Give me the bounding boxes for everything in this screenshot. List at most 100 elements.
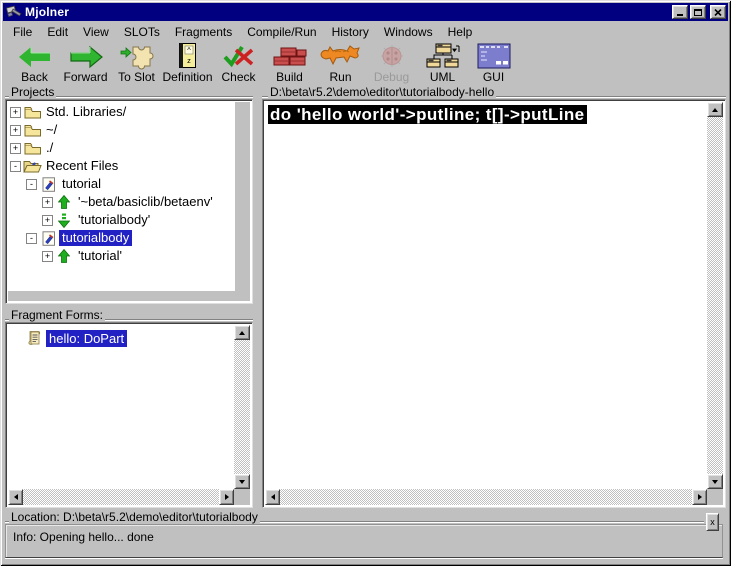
titlebar: Mjolner [3,3,728,21]
beta-file-icon [38,177,58,192]
tree-item-label[interactable]: Recent Files [43,158,121,174]
toolbar-button-label: Definition [162,71,212,84]
projects-tree[interactable]: + Std. Libraries/+ ~/+ ./- Recent Files-… [5,99,253,304]
tree-item-tutorialbody[interactable]: - tutorialbody [6,229,252,247]
tree-item-label[interactable]: tutorialbody [59,230,132,246]
toolbar-run-button[interactable]: Run [315,41,366,84]
toolbar-definition-button[interactable]: ^z Definition [162,41,213,84]
maximize-button[interactable] [690,5,706,19]
forward-arrow-icon [68,44,104,69]
toolbar-to-slot-button[interactable]: To Slot [111,41,162,84]
menu-item-edit[interactable]: Edit [47,25,68,39]
arrow-up-icon [54,249,74,263]
editor-scroll-right-button[interactable] [692,489,707,505]
fragments-hscroll-track[interactable] [23,489,219,505]
window-controls [672,5,726,19]
tree-item-tutorialbody[interactable]: + 'tutorialbody' [6,211,252,229]
status-location: Location: D:\beta\r5.2\demo\editor\tutor… [9,510,260,524]
cat-run-icon [319,45,363,68]
tree-item-label[interactable]: tutorial [59,176,104,192]
status-close-button[interactable]: x [706,513,719,531]
tree-item-label[interactable]: '~beta/basiclib/betaenv' [75,194,216,210]
fragment-forms-list[interactable]: hello: DoPart [5,322,253,508]
toolbar-check-button[interactable]: Check [213,41,264,84]
editor-scroll-up-button[interactable] [707,102,723,117]
fragments-hscrollbar[interactable] [8,489,234,505]
toolbar-back-button[interactable]: Back [9,41,60,84]
toolbar-button-label: UML [430,71,455,84]
status-info-box: Info: Opening hello... done [5,524,723,558]
toolbar-debug-button: Debug [366,41,417,84]
collapse-icon[interactable]: - [10,161,21,172]
expand-icon[interactable]: + [10,125,21,136]
editor-line[interactable]: do 'hello world'->putline; t[]->putLine [268,105,707,125]
editor-hscrollbar[interactable] [265,489,707,505]
tree-item-label[interactable]: ~/ [43,122,60,138]
tree-item-tutorial[interactable]: - tutorial [6,175,252,193]
toolbar-gui-button[interactable]: GUI [468,41,519,84]
editor-scroll-left-button[interactable] [265,489,280,505]
toolbar: Back Forward To Slot ^z Definition Check… [4,41,727,87]
editor-hscroll-track[interactable] [280,489,692,505]
menu-item-slots[interactable]: SLOTs [124,25,160,39]
folder-icon [22,142,42,155]
fragment-item-hello-dopart[interactable]: hello: DoPart [6,328,252,348]
svg-text:z: z [187,56,191,65]
toolbar-uml-button[interactable]: UML [417,41,468,84]
tree-item-label[interactable]: 'tutorial' [75,248,125,264]
projects-right-gutter [235,102,250,301]
fragments-scroll-down-button[interactable] [234,474,250,489]
fragments-vscroll-track[interactable] [234,340,250,474]
menu-item-view[interactable]: View [83,25,109,39]
menu-item-history[interactable]: History [332,25,369,39]
menu-item-windows[interactable]: Windows [384,25,433,39]
editor-line-text[interactable]: do 'hello world'->putline; t[]->putLine [268,105,587,124]
folder-open-icon [22,159,42,173]
triangle-left-icon [14,494,18,500]
minimize-button[interactable] [672,5,688,19]
close-icon [714,9,722,16]
beta-file-icon [38,231,58,246]
collapse-icon[interactable]: - [26,233,37,244]
triangle-left-icon [271,494,275,500]
status-info-text: Info: Opening hello... done [13,530,154,544]
editor-panel: do 'hello world'->putline; t[]->putLine [262,99,726,508]
expand-icon[interactable]: + [10,107,21,118]
editor-vscroll-track[interactable] [707,117,723,474]
fragments-scroll-up-button[interactable] [234,325,250,340]
collapse-icon[interactable]: - [26,179,37,190]
editor-vscrollbar[interactable] [707,102,723,489]
fragments-vscrollbar[interactable] [234,325,250,489]
tree-item-label[interactable]: Std. Libraries/ [43,104,129,120]
toolbar-build-button[interactable]: Build [264,41,315,84]
tree-item-label[interactable]: ./ [43,140,56,156]
tree-item-tutorial[interactable]: + 'tutorial' [6,247,252,265]
editor-path-label: D:\beta\r5.2\demo\editor\tutorialbody-he… [268,85,496,99]
expand-icon[interactable]: + [42,197,53,208]
fragment-item-label[interactable]: hello: DoPart [46,330,127,347]
triangle-up-icon [239,331,245,335]
tree-item-std-libraries[interactable]: + Std. Libraries/ [6,103,252,121]
tree-item-label[interactable]: 'tutorialbody' [75,212,153,228]
tree-item-beta-basiclib-betaenv[interactable]: + '~beta/basiclib/betaenv' [6,193,252,211]
tree-item-[interactable]: + ./ [6,139,252,157]
menu-item-fragments[interactable]: Fragments [175,25,232,39]
expand-icon[interactable]: + [10,143,21,154]
menu-item-compile-run[interactable]: Compile/Run [247,25,316,39]
expand-icon[interactable]: + [42,215,53,226]
tree-item-recent-files[interactable]: - Recent Files [6,157,252,175]
editor-text-area[interactable]: do 'hello world'->putline; t[]->putLine [265,102,707,489]
toolbar-button-label: Build [276,71,303,84]
close-button[interactable] [710,5,726,19]
fragments-scroll-left-button[interactable] [8,489,23,505]
triangle-down-icon [712,480,718,484]
svg-text:^: ^ [187,46,191,55]
fragments-scroll-right-button[interactable] [219,489,234,505]
expand-icon[interactable]: + [42,251,53,262]
editor-scroll-down-button[interactable] [707,474,723,489]
menu-item-help[interactable]: Help [448,25,473,39]
scroll-icon [25,330,43,346]
tree-item-[interactable]: + ~/ [6,121,252,139]
toolbar-forward-button[interactable]: Forward [60,41,111,84]
menu-item-file[interactable]: File [13,25,32,39]
